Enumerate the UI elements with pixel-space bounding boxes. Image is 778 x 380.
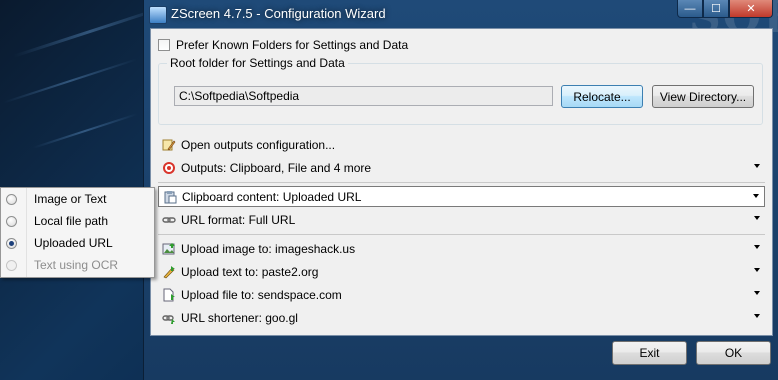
target-icon xyxy=(162,161,176,175)
popup-option-selected[interactable]: Uploaded URL xyxy=(1,232,154,254)
chevron-down-icon xyxy=(754,291,760,295)
root-folder-group: Root folder for Settings and Data C:\Sof… xyxy=(158,56,763,125)
upload-file-label: Upload file to: sendspace.com xyxy=(181,287,342,302)
view-directory-button[interactable]: View Directory... xyxy=(652,85,754,108)
exit-button[interactable]: Exit xyxy=(612,341,687,365)
desktop-streak xyxy=(32,113,138,149)
dialog-footer: Exit OK xyxy=(150,336,773,380)
desktop-streak xyxy=(3,58,137,104)
radio-icon xyxy=(6,215,17,227)
close-icon: ✕ xyxy=(746,3,756,15)
url-shortener-dropdown[interactable]: URL shortener: goo.gl xyxy=(158,307,765,328)
separator xyxy=(158,234,765,235)
separator xyxy=(158,182,765,183)
minimize-icon: — xyxy=(684,2,696,15)
title-bar[interactable]: ZScreen 4.7.5 - Configuration Wizard — ☐… xyxy=(144,0,778,28)
url-format-label: URL format: Full URL xyxy=(181,212,296,227)
open-outputs-item[interactable]: Open outputs configuration... xyxy=(158,134,765,155)
upload-image-label: Upload image to: imageshack.us xyxy=(181,241,356,256)
radio-icon xyxy=(6,259,17,271)
upload-file-dropdown[interactable]: Upload file to: sendspace.com xyxy=(158,284,765,305)
prefer-known-folders-row[interactable]: Prefer Known Folders for Settings and Da… xyxy=(158,38,408,52)
client-area: Prefer Known Folders for Settings and Da… xyxy=(150,28,773,336)
upload-text-label: Upload text to: paste2.org xyxy=(181,264,319,279)
url-shortener-label: URL shortener: goo.gl xyxy=(181,310,298,325)
file-upload-icon xyxy=(162,288,176,302)
prefer-known-folders-label: Prefer Known Folders for Settings and Da… xyxy=(176,38,409,52)
outputs-dropdown[interactable]: Outputs: Clipboard, File and 4 more xyxy=(158,157,765,178)
chevron-down-icon xyxy=(754,314,760,318)
minimize-button[interactable]: — xyxy=(677,0,703,18)
clipboard-content-dropdown[interactable]: Clipboard content: Uploaded URL xyxy=(158,186,765,207)
close-button[interactable]: ✕ xyxy=(729,0,773,18)
chevron-down-icon xyxy=(754,245,760,249)
upload-text-dropdown[interactable]: Upload text to: paste2.org xyxy=(158,261,765,282)
radio-selected-icon xyxy=(6,237,17,249)
popup-option-label: Image or Text xyxy=(34,192,107,206)
chevron-down-icon xyxy=(753,194,759,198)
caption-buttons: — ☐ ✕ xyxy=(677,0,773,18)
root-folder-path-field[interactable]: C:\Softpedia\Softpedia xyxy=(174,86,553,106)
gear-pencil-icon xyxy=(162,138,176,152)
open-outputs-label: Open outputs configuration... xyxy=(181,137,336,152)
ok-button[interactable]: OK xyxy=(696,341,771,365)
relocate-button[interactable]: Relocate... xyxy=(561,85,643,108)
popup-option-label: Uploaded URL xyxy=(34,236,113,250)
popup-option-disabled: Text using OCR xyxy=(1,254,154,276)
wizard-menu: Open outputs configuration... Outputs: C… xyxy=(158,132,765,332)
chevron-down-icon xyxy=(754,216,760,220)
popup-option-label: Local file path xyxy=(34,214,109,228)
radio-icon xyxy=(6,193,17,205)
app-icon xyxy=(149,6,167,24)
url-format-dropdown[interactable]: URL format: Full URL xyxy=(158,209,765,230)
popup-option-label: Text using OCR xyxy=(34,258,119,272)
text-upload-icon xyxy=(162,265,176,279)
outputs-label: Outputs: Clipboard, File and 4 more xyxy=(181,160,372,175)
prefer-known-folders-checkbox[interactable] xyxy=(158,39,170,51)
config-wizard-window: SOFTPE ZScreen 4.7.5 - Configuration Wiz… xyxy=(143,0,778,380)
chevron-down-icon xyxy=(754,268,760,272)
clipboard-content-popup: Image or Text Local file path Uploaded U… xyxy=(0,187,155,278)
chevron-down-icon xyxy=(754,164,760,168)
popup-option[interactable]: Image or Text xyxy=(1,188,154,210)
popup-option[interactable]: Local file path xyxy=(1,210,154,232)
root-folder-group-label: Root folder for Settings and Data xyxy=(167,56,348,70)
upload-image-dropdown[interactable]: Upload image to: imageshack.us xyxy=(158,238,765,259)
maximize-icon: ☐ xyxy=(711,3,721,15)
clipboard-icon xyxy=(163,190,177,204)
image-upload-icon xyxy=(162,242,176,256)
link-icon xyxy=(162,213,176,227)
shortener-icon xyxy=(162,311,176,325)
maximize-button[interactable]: ☐ xyxy=(703,0,729,18)
window-title: ZScreen 4.7.5 - Configuration Wizard xyxy=(171,6,386,21)
clipboard-content-label: Clipboard content: Uploaded URL xyxy=(182,189,362,204)
